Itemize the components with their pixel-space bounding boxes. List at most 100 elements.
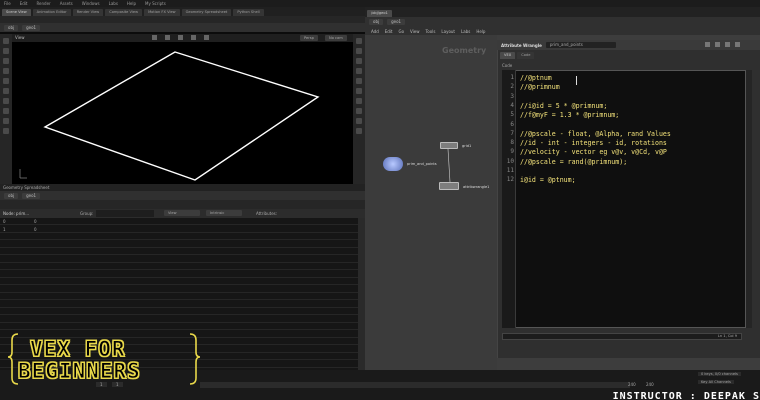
- network-menu-item[interactable]: View: [410, 29, 420, 34]
- select-tool-icon[interactable]: [3, 38, 9, 44]
- spreadsheet-filter-bar: Node: prim... Group: View Intrinsic Attr…: [0, 209, 365, 218]
- table-row: [0, 263, 358, 270]
- code-line[interactable]: //@primnum: [520, 83, 560, 91]
- rotate-tool-icon[interactable]: [3, 58, 9, 64]
- network-tab[interactable]: /obj/geo1: [367, 10, 392, 17]
- group-field[interactable]: [96, 210, 154, 217]
- code-line[interactable]: //@ptnum: [520, 74, 552, 82]
- background-icon[interactable]: [356, 98, 362, 104]
- code-line[interactable]: //@pscale - float, @Alpha, rand Values: [520, 130, 671, 138]
- menu-item[interactable]: Render: [36, 1, 50, 6]
- node-name-field[interactable]: prim_and_points: [545, 42, 616, 48]
- 3d-viewport[interactable]: [12, 42, 353, 184]
- camera-persp-menu[interactable]: Persp: [300, 35, 318, 41]
- ghost-icon[interactable]: [356, 88, 362, 94]
- render-tool-icon[interactable]: [3, 128, 9, 134]
- end-frame-field-2[interactable]: 240: [646, 382, 654, 387]
- prim-and-points-node-icon[interactable]: [383, 157, 403, 171]
- network-menu-item[interactable]: Edit: [385, 29, 393, 34]
- pose-tool-icon[interactable]: [3, 88, 9, 94]
- network-menu-item[interactable]: Add: [371, 29, 379, 34]
- lights-icon[interactable]: [356, 118, 362, 124]
- ss-path-root[interactable]: obj: [4, 192, 19, 199]
- code-line[interactable]: //id - int - integers - id, rotations: [520, 139, 667, 147]
- display-icon[interactable]: [152, 35, 157, 40]
- spreadsheet-path-bar: obj geo1: [0, 191, 365, 200]
- network-menu-item[interactable]: Labs: [461, 29, 470, 34]
- menu-item[interactable]: Labs: [109, 1, 118, 6]
- brush-tool-icon[interactable]: [3, 118, 9, 124]
- editor-scrollbar[interactable]: [746, 70, 752, 328]
- node-wire: [447, 148, 451, 183]
- display-icon[interactable]: [178, 35, 183, 40]
- code-line[interactable]: //i@id = 5 * @primnum;: [520, 102, 607, 110]
- grid-icon[interactable]: [356, 108, 362, 114]
- menu-item[interactable]: File: [4, 1, 11, 6]
- menu-item[interactable]: Help: [127, 1, 136, 6]
- left-pane-tab[interactable]: Geometry Spreadsheet: [181, 9, 232, 16]
- left-pane-tab[interactable]: Animation Editor: [32, 9, 71, 16]
- net-path-root[interactable]: obj: [369, 19, 384, 25]
- pin-icon[interactable]: [735, 42, 740, 47]
- view-menu[interactable]: View: [164, 210, 200, 216]
- network-menu-item[interactable]: Layout: [441, 29, 455, 34]
- code-line[interactable]: //@pscale = rand(@primnum);: [520, 158, 627, 166]
- camera-icon[interactable]: [356, 128, 362, 134]
- move-tool-icon[interactable]: [3, 48, 9, 54]
- key-all-channels-menu[interactable]: Key All Channels: [698, 380, 734, 384]
- network-menu-item[interactable]: Go: [399, 29, 405, 34]
- network-menu-item[interactable]: Help: [476, 29, 485, 34]
- network-menu-item[interactable]: Tools: [426, 29, 436, 34]
- menu-item[interactable]: Assets: [60, 1, 73, 6]
- ss-path-node[interactable]: geo1: [22, 192, 41, 199]
- view-tool-icon[interactable]: [3, 98, 9, 104]
- spreadsheet-scrollbar[interactable]: [358, 218, 365, 370]
- end-frame-field[interactable]: 240: [628, 382, 636, 387]
- code-line[interactable]: //velocity - vector eg v@v, v@Cd, v@P: [520, 148, 667, 156]
- code-line[interactable]: //f@myF = 1.3 * @primnum;: [520, 111, 619, 119]
- points-icon[interactable]: [356, 68, 362, 74]
- shaded-icon[interactable]: [356, 58, 362, 64]
- display-icon[interactable]: [191, 35, 196, 40]
- display-icon[interactable]: [165, 35, 170, 40]
- scale-tool-icon[interactable]: [3, 68, 9, 74]
- network-canvas[interactable]: [365, 35, 497, 370]
- code-line[interactable]: i@id = @ptnum;: [520, 176, 576, 184]
- left-pane-tab[interactable]: Motion FX View: [144, 9, 180, 16]
- help-icon[interactable]: [715, 42, 720, 47]
- keys-channels-display[interactable]: 0 keys, 0/0 channels: [698, 372, 741, 376]
- attribwrangle1-node[interactable]: [439, 182, 459, 190]
- normals-icon[interactable]: [356, 78, 362, 84]
- menu-item[interactable]: Edit: [20, 1, 28, 6]
- timeline-track[interactable]: [200, 382, 630, 388]
- tab-vex[interactable]: VEX: [500, 52, 516, 59]
- title-line-2: BEGINNERS: [18, 359, 141, 383]
- row-index: 0: [3, 219, 6, 224]
- spreadsheet-tab[interactable]: Geometry Spreadsheet: [0, 184, 365, 191]
- net-path-node[interactable]: geo1: [387, 19, 406, 25]
- attributes-label: Attributes:: [256, 211, 278, 216]
- left-pane-tab[interactable]: Composite View: [105, 9, 143, 16]
- camera-select-menu[interactable]: No cam: [325, 35, 347, 41]
- line-number: 1: [510, 74, 514, 81]
- left-pane-tab[interactable]: Render View: [72, 9, 104, 16]
- display-options-icon[interactable]: [356, 38, 362, 44]
- snap-tool-icon[interactable]: [3, 108, 9, 114]
- handle-tool-icon[interactable]: [3, 78, 9, 84]
- tab-code[interactable]: Code: [517, 52, 535, 59]
- menu-item[interactable]: Windows: [82, 1, 100, 6]
- wireframe-icon[interactable]: [356, 48, 362, 54]
- intrinsic-menu[interactable]: Intrinsic: [206, 210, 242, 216]
- path-node[interactable]: geo1: [22, 24, 41, 31]
- info-icon[interactable]: [725, 42, 730, 47]
- left-pane-tab[interactable]: Python Shell: [233, 9, 264, 16]
- gear-icon[interactable]: [705, 42, 710, 47]
- left-pane-tab[interactable]: Scene View: [2, 9, 31, 16]
- param-tabs: VEX Code: [497, 52, 760, 60]
- main-menubar: File Edit Render Assets Windows Labs Help My Sc…: [0, 0, 760, 7]
- path-root[interactable]: obj: [4, 24, 19, 31]
- menu-item[interactable]: My Scripts: [145, 1, 166, 6]
- row-index: 1: [3, 226, 6, 232]
- display-icon[interactable]: [204, 35, 209, 40]
- network-tabs: /obj/geo1: [365, 7, 760, 17]
